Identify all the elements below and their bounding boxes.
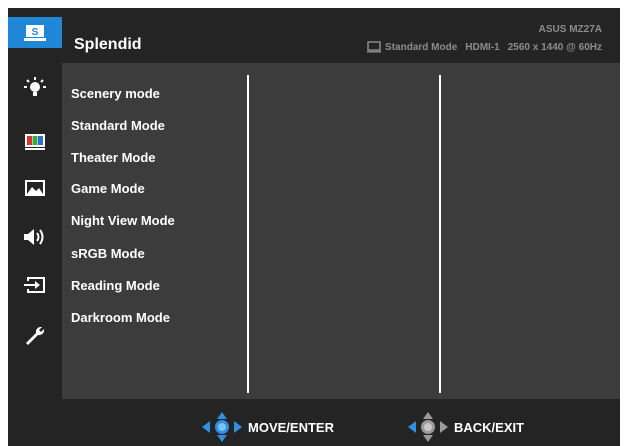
menu-item-reading-mode[interactable]: Reading Mode	[71, 278, 160, 293]
sidebar: S	[8, 8, 62, 399]
splendid-icon: S	[24, 24, 46, 41]
status-bar: Standard Mode HDMI-1 2560 x 1440 @ 60Hz	[367, 41, 602, 53]
image-icon	[25, 179, 45, 196]
sidebar-item-sound[interactable]	[8, 221, 62, 252]
svg-text:S: S	[32, 27, 39, 38]
current-mode: Standard Mode	[385, 41, 458, 53]
move-enter-label: MOVE/ENTER	[248, 419, 334, 435]
sidebar-item-brightness[interactable]	[8, 72, 62, 103]
header: Splendid ASUS MZ27A Standard Mode HDMI-1…	[62, 8, 620, 63]
back-exit-label: BACK/EXIT	[454, 419, 525, 435]
menu-item-night-view-mode[interactable]: Night View Mode	[71, 213, 175, 228]
footer-bar: MOVE/ENTER BACK/EXIT	[8, 399, 620, 446]
sidebar-item-splendid[interactable]: S	[8, 17, 62, 48]
column-divider	[247, 75, 249, 393]
sidebar-item-image[interactable]	[8, 172, 62, 203]
joystick-move-icon	[202, 412, 242, 442]
menu-item-game-mode[interactable]: Game Mode	[71, 181, 145, 196]
mode-menu: Scenery mode Standard Mode Theater Mode …	[62, 63, 620, 399]
menu-item-theater-mode[interactable]: Theater Mode	[71, 150, 156, 165]
input-select-icon	[24, 276, 45, 293]
color-icon	[25, 133, 45, 150]
column-divider	[439, 75, 441, 393]
menu-item-darkroom-mode[interactable]: Darkroom Mode	[71, 310, 170, 325]
move-enter-hint[interactable]: MOVE/ENTER	[202, 412, 334, 442]
sidebar-item-input-select[interactable]	[8, 269, 62, 300]
back-exit-hint[interactable]: BACK/EXIT	[408, 412, 524, 442]
brightness-icon	[24, 76, 46, 96]
sidebar-item-system-setup[interactable]	[8, 320, 62, 351]
sound-icon	[24, 228, 44, 245]
model-name: ASUS MZ27A	[538, 24, 602, 35]
menu-item-standard-mode[interactable]: Standard Mode	[71, 118, 165, 133]
monitor-icon	[367, 41, 382, 53]
menu-item-scenery-mode[interactable]: Scenery mode	[71, 86, 160, 101]
joystick-back-icon	[408, 412, 448, 442]
input-source: HDMI-1	[465, 41, 500, 53]
page-title: Splendid	[74, 36, 142, 53]
system-setup-icon	[26, 326, 45, 345]
resolution: 2560 x 1440 @ 60Hz	[507, 41, 602, 53]
menu-item-srgb-mode[interactable]: sRGB Mode	[71, 246, 145, 261]
sidebar-item-color[interactable]	[8, 126, 62, 157]
